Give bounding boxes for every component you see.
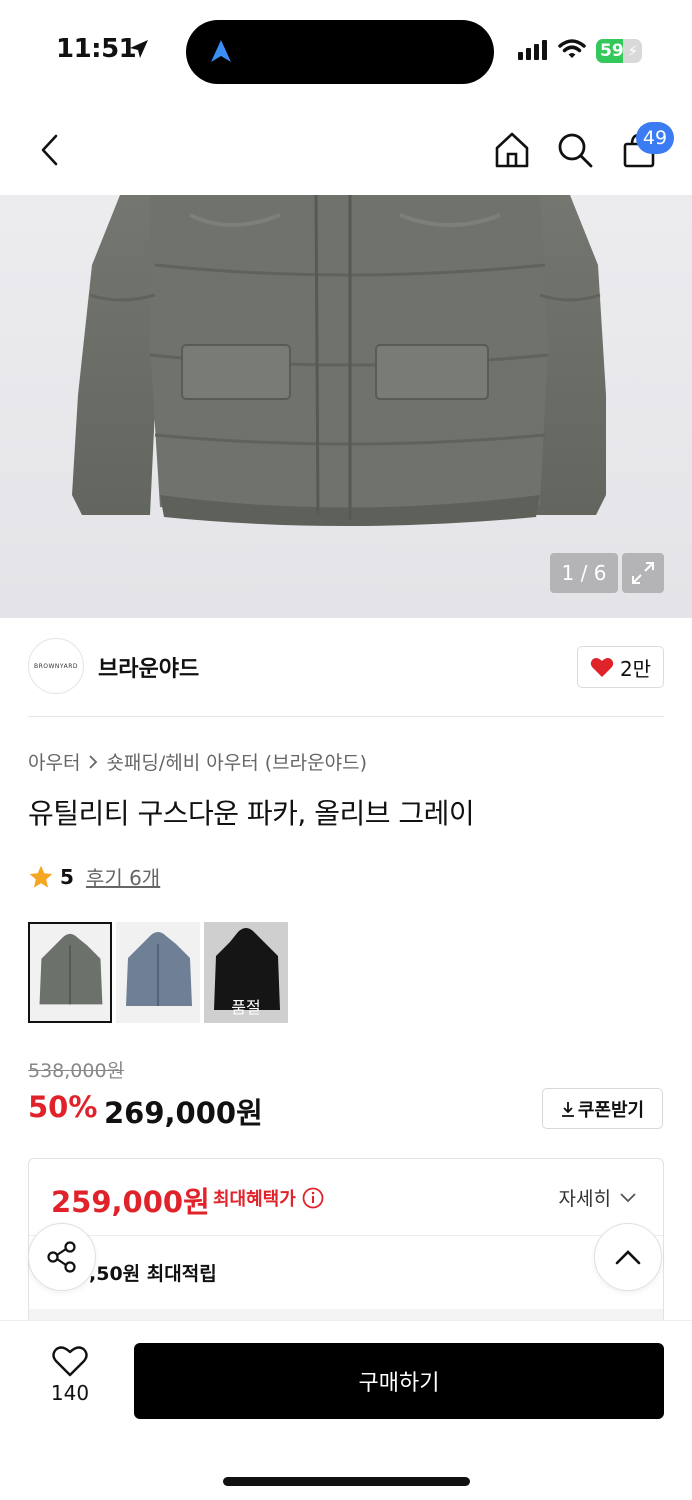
sale-price: 269,000원: [104, 1096, 263, 1130]
breadcrumb-subcategory[interactable]: 숏패딩/헤비 아우터 (브라운야드): [106, 748, 367, 775]
max-benefit-label-text: 최대혜택가: [213, 1189, 296, 1210]
chevron-up-icon: [615, 1250, 641, 1265]
swatch-black-soldout[interactable]: 품절: [204, 922, 288, 1023]
battery-icon: 59 ⚡: [596, 39, 642, 63]
location-arrow-icon: [128, 38, 150, 64]
heart-filled-icon: [590, 658, 614, 677]
cart-count-badge: 49: [636, 122, 674, 154]
coupon-button[interactable]: 쿠폰받기: [542, 1088, 663, 1129]
scroll-to-top-button[interactable]: [594, 1223, 662, 1291]
search-button[interactable]: [553, 128, 597, 172]
status-bar: 11:51 59 ⚡: [0, 0, 692, 100]
dynamic-island: [186, 20, 494, 84]
navigation-arrow-icon: [208, 38, 234, 68]
home-button[interactable]: [490, 128, 534, 172]
image-counter: 1 / 6: [550, 553, 618, 593]
wifi-icon: [558, 38, 586, 64]
wishlist-button[interactable]: 140: [40, 1345, 100, 1405]
battery-level: 59: [600, 41, 624, 61]
product-title: 유틸리티 구스다운 파카, 올리브 그레이: [28, 797, 475, 830]
search-icon: [558, 133, 593, 168]
max-points: ,50원 최대적립: [89, 1263, 217, 1285]
top-navigation: [0, 100, 692, 195]
download-icon: [561, 1101, 574, 1117]
brand-like-count: 2만: [619, 656, 652, 681]
expand-image-button[interactable]: [622, 553, 664, 593]
chevron-down-icon: [620, 1192, 636, 1202]
brand-logo[interactable]: BROWNYARD: [28, 638, 84, 694]
discount-rate: 50%: [28, 1090, 98, 1124]
heart-outline-icon: [52, 1346, 88, 1377]
brand-name[interactable]: 브라운야드: [98, 651, 199, 683]
max-benefit-label[interactable]: 최대혜택가: [213, 1185, 324, 1211]
jacket-thumbnail-olive: [39, 933, 103, 1005]
breadcrumb-category[interactable]: 아우터: [28, 748, 80, 775]
swatch-blue-gray[interactable]: [116, 922, 200, 1023]
color-swatches: 품절: [28, 922, 288, 1023]
divider: [28, 716, 664, 717]
original-price: 538,000원: [28, 1060, 125, 1082]
share-button[interactable]: [28, 1223, 96, 1291]
rating-row: 5 후기 6개: [28, 862, 160, 891]
reviews-link[interactable]: 후기 6개: [86, 862, 160, 891]
home-icon: [495, 132, 529, 168]
swatch-olive-gray[interactable]: [28, 922, 112, 1023]
buy-button[interactable]: 구매하기: [134, 1343, 664, 1419]
details-label: 자세히: [558, 1188, 611, 1210]
share-icon: [47, 1241, 76, 1273]
brand-logo-text: BROWNYARD: [33, 662, 79, 670]
star-icon: [29, 865, 53, 888]
coupon-label: 쿠폰받기: [577, 1099, 645, 1121]
expand-icon: [632, 562, 654, 584]
jacket-thumbnail-blue: [126, 932, 192, 1006]
max-benefit-price: 259,000원: [51, 1185, 210, 1219]
brand-like-button[interactable]: 2만: [577, 646, 664, 688]
wishlist-count: 140: [50, 1381, 90, 1405]
cellular-signal-icon: [518, 40, 547, 60]
back-button[interactable]: [28, 128, 72, 172]
divider: [29, 1235, 663, 1236]
bottom-action-bar: 140 구매하기: [0, 1320, 692, 1500]
max-benefit-box: 259,000원 최대혜택가 자세히 ,50원 최대적립: [28, 1158, 664, 1328]
charging-bolt-icon: ⚡: [627, 42, 638, 60]
soldout-label: 품절: [231, 998, 261, 1017]
rating-score: 5: [60, 864, 74, 889]
chevron-right-icon: [89, 754, 98, 769]
details-toggle[interactable]: 자세히: [559, 1184, 637, 1211]
info-icon: [302, 1187, 324, 1209]
status-time: 11:51: [56, 34, 137, 64]
chevron-left-icon: [41, 134, 58, 166]
breadcrumb: 아우터 숏패딩/헤비 아우터 (브라운야드): [28, 748, 367, 775]
home-indicator: [223, 1477, 470, 1486]
